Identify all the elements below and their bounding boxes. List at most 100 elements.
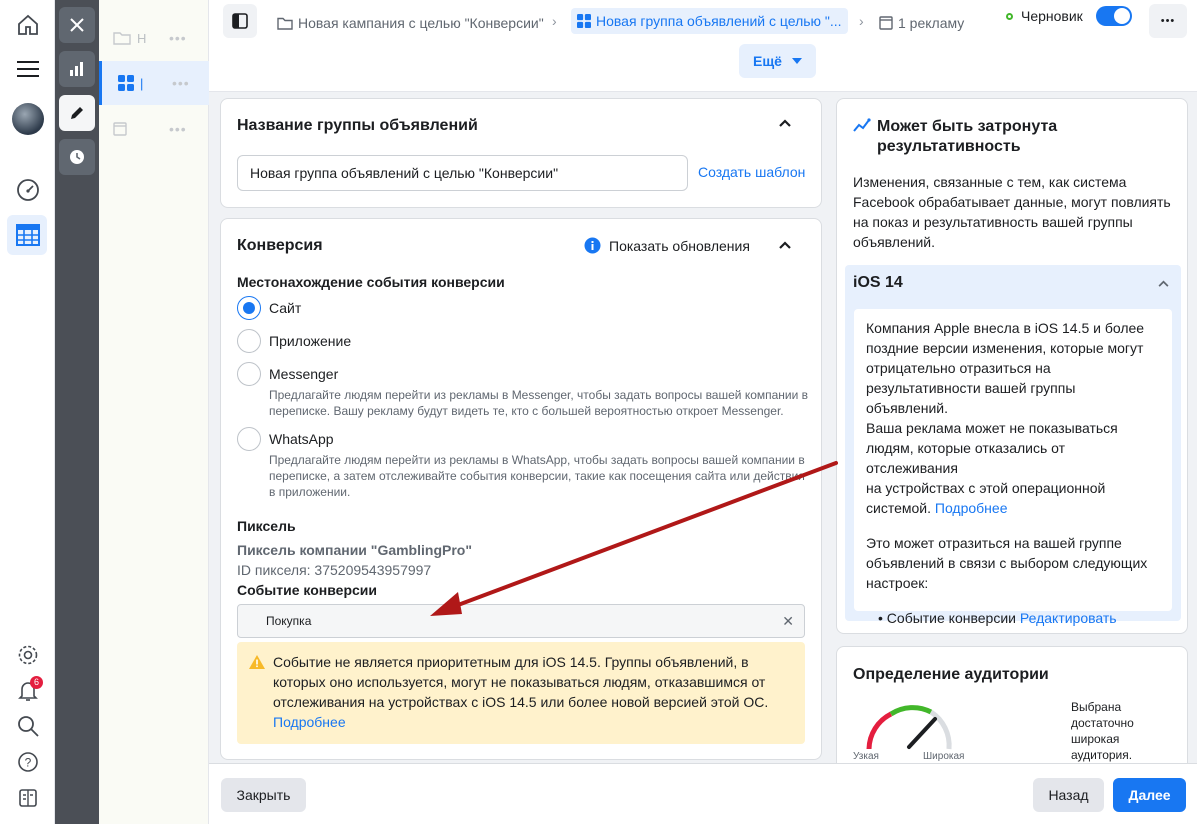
settings-icon[interactable] — [0, 636, 55, 674]
tree-campaign-label: Н — [137, 30, 147, 46]
ios-text: Ваша реклама может не показываться — [866, 420, 1118, 436]
messenger-description: переписке. Вашу рекламу будут видеть те,… — [269, 404, 784, 418]
ios-text: отрицательно отразиться на — [866, 360, 1051, 376]
ad-icon — [113, 122, 127, 136]
edit-icon[interactable] — [59, 95, 95, 131]
warning-text: отслеживания на устройствах с iOS 14.5 и… — [273, 694, 769, 710]
menu-icon[interactable] — [0, 50, 55, 88]
pixel-id: ID пикселя: 375209543957997 — [237, 562, 432, 578]
report-icon[interactable] — [0, 779, 55, 817]
status-badge: Черновик — [1006, 8, 1083, 24]
more-dropdown-label: Ещё — [753, 53, 782, 69]
search-icon[interactable] — [0, 707, 55, 745]
avatar[interactable] — [0, 100, 55, 138]
radio-app[interactable] — [237, 329, 261, 353]
grid-icon — [577, 14, 591, 28]
clear-icon[interactable]: ✕ — [782, 605, 794, 637]
impact-body-line: объявлений. — [853, 234, 936, 250]
sparkle-trend-icon — [853, 118, 871, 132]
ios14-title: iOS 14 — [853, 274, 903, 291]
more-icon[interactable]: ••• — [169, 30, 187, 46]
ios-text: Компания Apple внесла в iOS 14.5 и более — [866, 320, 1145, 336]
breadcrumb-adset[interactable]: Новая группа объявлений с целью "... — [571, 8, 848, 34]
ios14-section: iOS 14 Компания Apple внесла в iOS 14.5 … — [845, 265, 1181, 626]
affect-text: настроек: — [866, 575, 929, 591]
create-template-link[interactable]: Создать шаблон — [698, 164, 805, 180]
pixel-heading: Пиксель — [237, 518, 296, 534]
ios-learn-more-link[interactable]: Подробнее — [935, 500, 1008, 516]
adset-name-card: Название группы объявлений Новая группа … — [220, 98, 822, 208]
more-icon[interactable]: ••• — [172, 75, 190, 91]
back-button[interactable]: Назад — [1033, 778, 1104, 812]
performance-impact-panel: Может быть затронута результативность Из… — [836, 98, 1188, 634]
adset-name-input[interactable]: Новая группа объявлений с целью "Конверс… — [237, 155, 688, 191]
next-button[interactable]: Далее — [1113, 778, 1186, 812]
breadcrumb-ad-label: 1 рекламу — [898, 15, 965, 31]
audience-description-line: достаточно — [1071, 716, 1134, 730]
radio-messenger-label: Messenger — [269, 366, 339, 382]
ads-manager-table-icon[interactable] — [0, 216, 55, 254]
audience-title: Определение аудитории — [853, 666, 1049, 683]
affect-text: объявлений в связи с выбором следующих — [866, 555, 1148, 571]
audience-description-line: широкая — [1071, 732, 1120, 746]
status-dot-icon — [1006, 12, 1013, 20]
close-editor-button[interactable] — [59, 7, 95, 43]
more-icon[interactable]: ••• — [169, 121, 187, 137]
status-toggle[interactable] — [1096, 6, 1132, 26]
radio-website[interactable] — [237, 296, 261, 320]
toggle-panel-button[interactable] — [223, 4, 257, 38]
chevron-right-icon: › — [552, 13, 557, 29]
show-updates-link[interactable]: Показать обновления — [609, 238, 750, 254]
location-heading: Местонахождение события конверсии — [237, 274, 505, 290]
event-heading: Событие конверсии — [237, 582, 377, 598]
help-icon[interactable]: ? — [0, 743, 55, 781]
audience-description-line: Выбрана — [1071, 700, 1122, 714]
conversion-title: Конверсия — [237, 237, 323, 254]
more-options-button[interactable]: ••• — [1149, 4, 1187, 38]
breadcrumb-adset-label: Новая группа объявлений с целью "... — [596, 13, 842, 29]
chevron-up-icon[interactable] — [779, 241, 791, 249]
edit-setting-link[interactable]: Редактировать — [1020, 610, 1117, 626]
notifications-icon[interactable] — [0, 672, 55, 710]
radio-whatsapp[interactable] — [237, 427, 261, 451]
home-icon[interactable] — [0, 6, 55, 44]
gauge-icon[interactable] — [0, 171, 55, 209]
breadcrumb-ad[interactable]: 1 рекламу — [879, 12, 964, 34]
ios-warning-banner: Событие не является приоритетным для iOS… — [237, 642, 805, 744]
affected-setting-item: • Событие конверсии Редактировать — [878, 610, 1117, 626]
more-icon: ••• — [1160, 15, 1176, 27]
ad-icon — [879, 16, 893, 30]
history-icon[interactable] — [59, 139, 95, 175]
structure-tree: Н ••• | ••• ••• — [99, 0, 209, 824]
conversion-event-select[interactable]: Покупка ✕ — [237, 604, 805, 638]
conversion-event-value: Покупка — [266, 614, 312, 628]
affect-text: Это может отразиться на вашей группе — [866, 535, 1122, 551]
audience-description: Выбрана достаточно широкая аудитория. — [1071, 699, 1134, 763]
ios-text: системой. — [866, 500, 931, 516]
tree-adset[interactable]: | ••• — [99, 61, 209, 105]
gauge-narrow-label: Узкая — [853, 751, 879, 762]
tree-ad[interactable]: ••• — [99, 107, 209, 151]
sidebar-toggle-icon — [232, 13, 248, 29]
chevron-up-icon[interactable] — [779, 119, 791, 127]
breadcrumb-campaign[interactable]: Новая кампания с целью "Конверсии" — [277, 12, 544, 34]
warning-text: которых оно используется, могут не показ… — [273, 674, 766, 690]
gauge-wide-label: Широкая — [923, 751, 965, 762]
tree-campaign[interactable]: Н ••• — [99, 16, 209, 60]
conversion-card: Конверсия Показать обновления Местонахож… — [220, 218, 822, 760]
impact-title-line: результативность — [877, 138, 1021, 155]
chevron-up-icon[interactable] — [1158, 280, 1169, 287]
breadcrumb-campaign-label: Новая кампания с целью "Конверсии" — [298, 15, 544, 31]
close-button[interactable]: Закрыть — [221, 778, 306, 812]
caret-down-icon — [791, 58, 802, 64]
chart-icon[interactable] — [59, 51, 95, 87]
warning-learn-more-link[interactable]: Подробнее — [273, 712, 789, 732]
footer-bar: Закрыть Назад Далее — [209, 763, 1197, 824]
svg-text:?: ? — [24, 756, 31, 770]
ios-text: на устройствах с этой операционной — [866, 480, 1106, 496]
radio-messenger[interactable] — [237, 362, 261, 386]
more-dropdown-button[interactable]: Ещё — [739, 44, 816, 78]
notifications-badge: 6 — [30, 676, 43, 689]
warning-icon — [249, 655, 265, 669]
pixel-name: Пиксель компании "GamblingPro" — [237, 542, 472, 558]
